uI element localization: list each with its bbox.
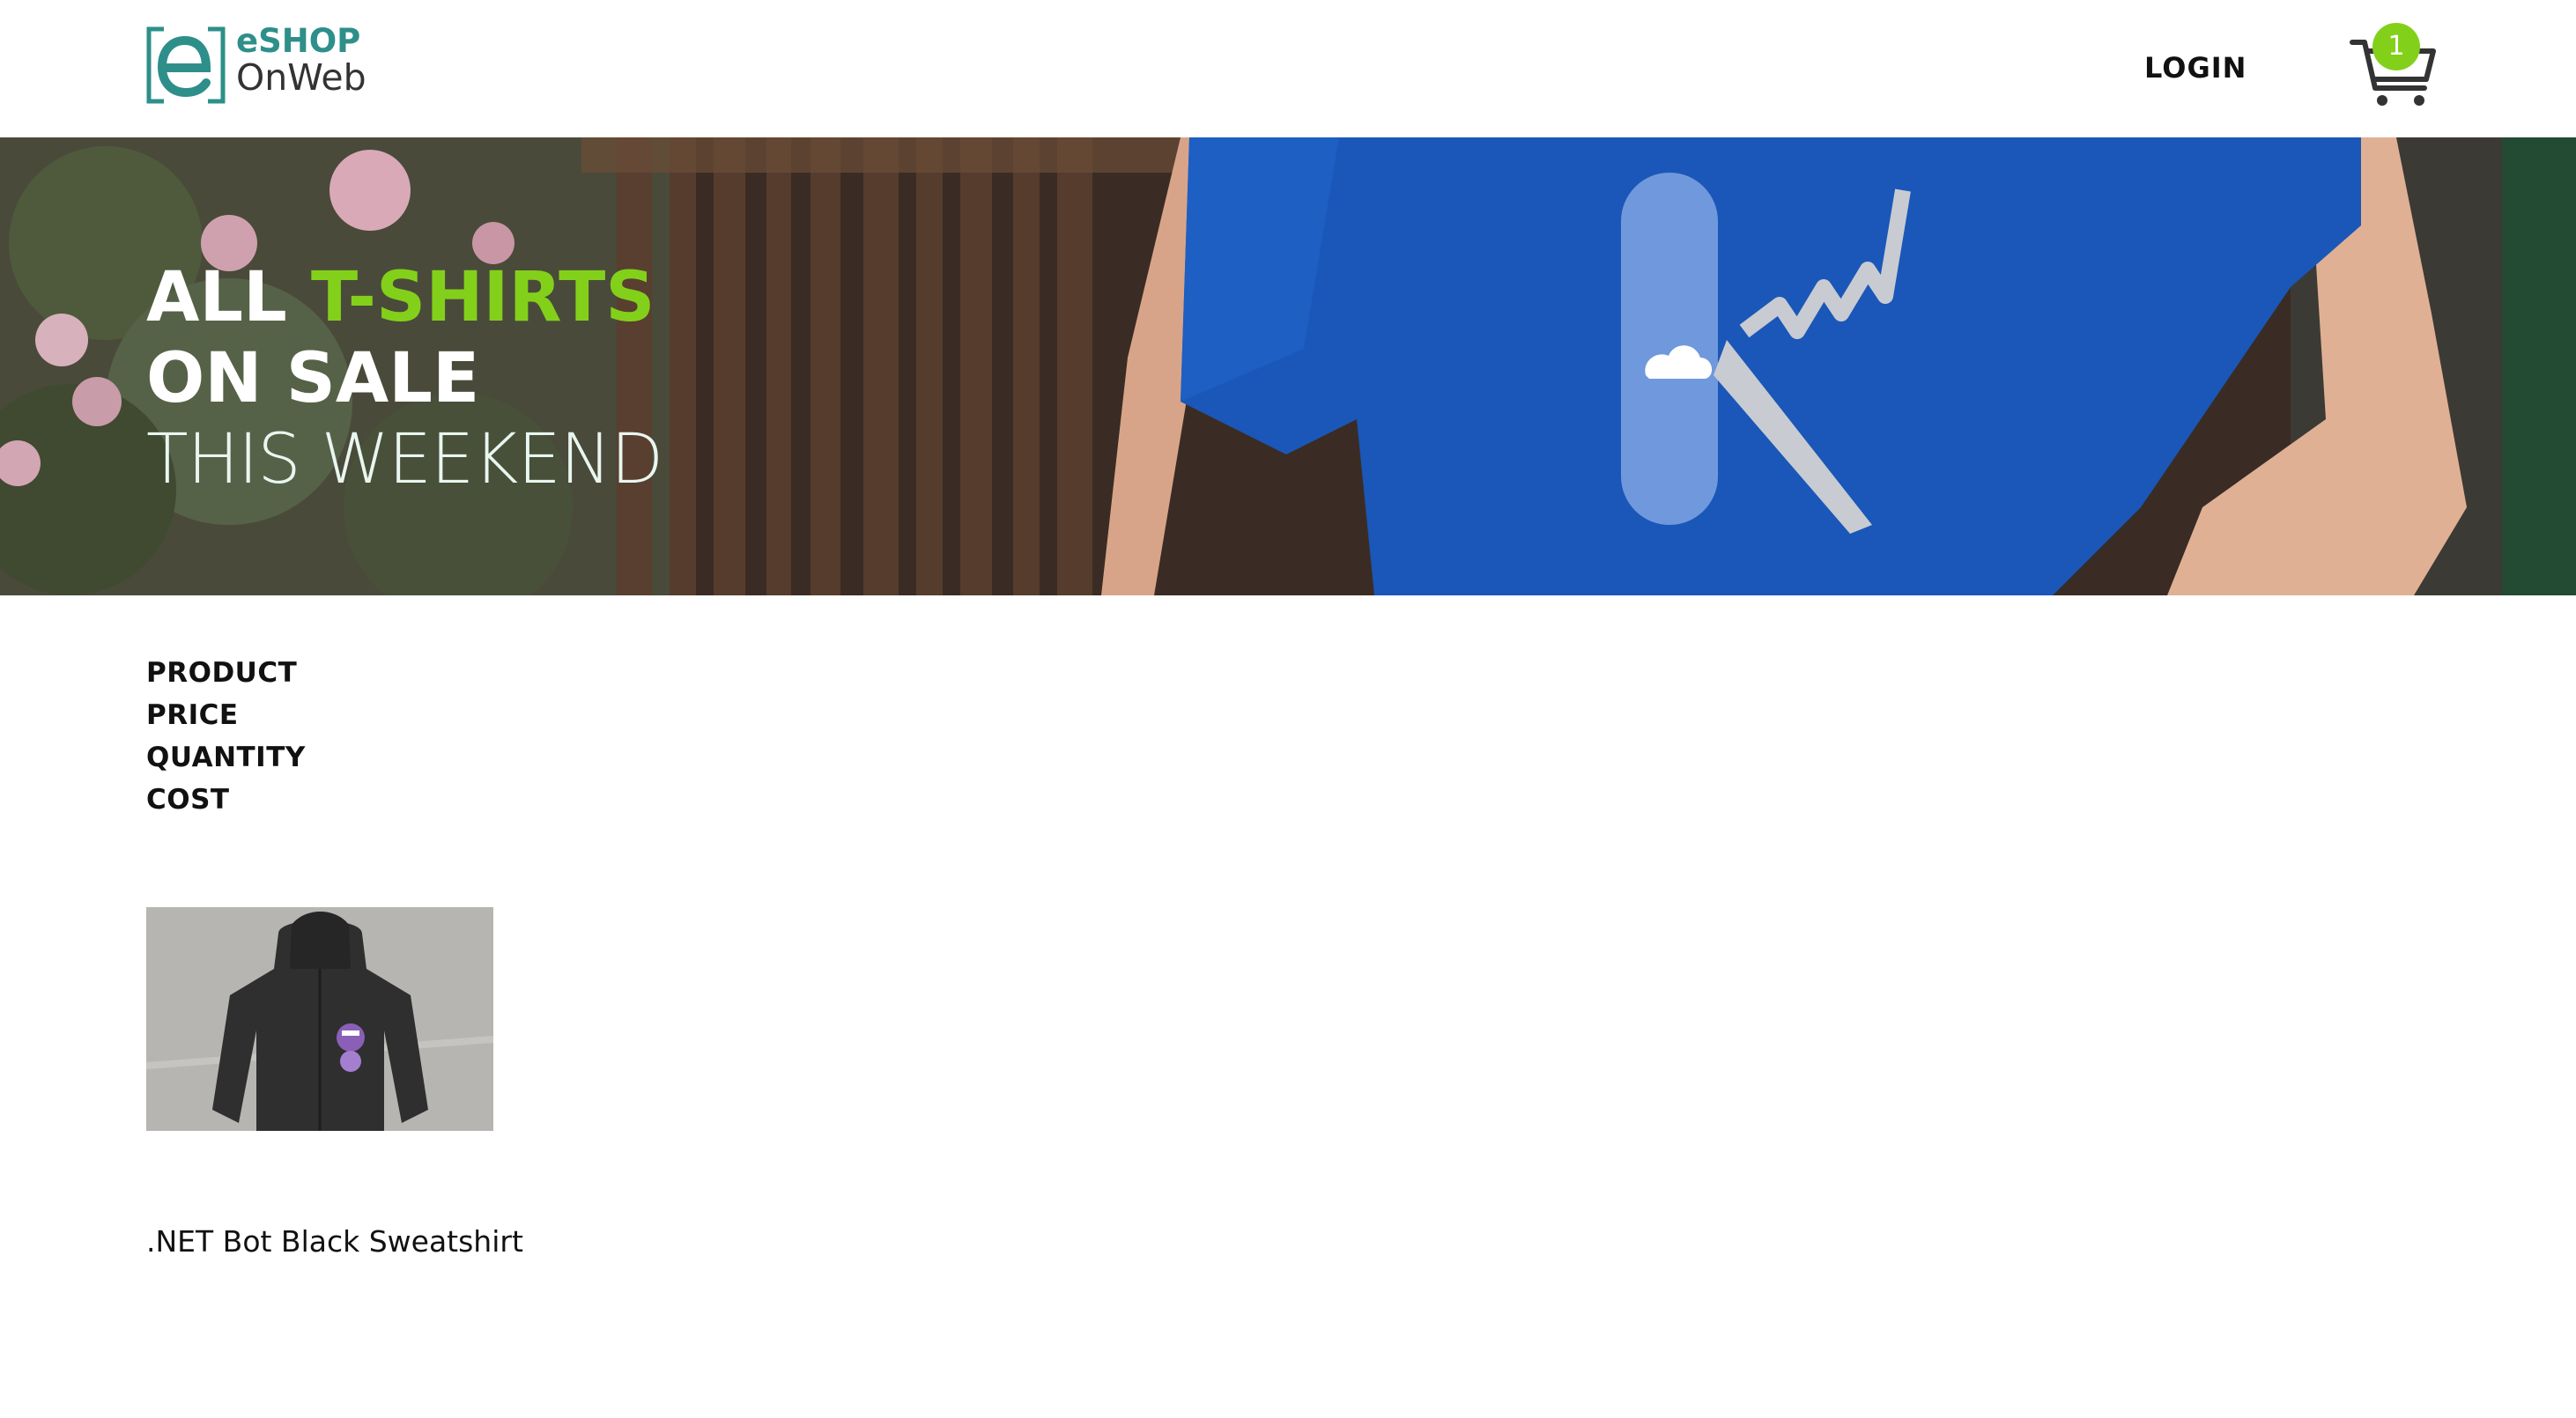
hero-line-1-prefix: ALL — [146, 258, 311, 337]
login-link[interactable]: LOGIN — [2144, 51, 2247, 85]
column-header-cost: COST — [146, 784, 230, 816]
site-header: eSHOP OnWeb LOGIN 1 — [0, 0, 2576, 137]
logo-text-eshop: eSHOP — [236, 22, 361, 60]
logo-text-onweb: OnWeb — [236, 56, 366, 99]
hero-banner: ALL T-SHIRTS ON SALE THIS WEEKEND — [0, 137, 2576, 595]
basket-header: PRODUCT PRICE QUANTITY COST — [146, 652, 1203, 821]
hero-headline: ALL T-SHIRTS ON SALE THIS WEEKEND — [146, 257, 763, 500]
hero-line-3: THIS WEEKEND — [146, 420, 663, 499]
hero-line-1: ALL T-SHIRTS — [146, 257, 763, 338]
cart-button[interactable]: 1 — [2349, 23, 2440, 111]
column-header-quantity: QUANTITY — [146, 742, 306, 773]
hero-line-2: ON SALE — [146, 339, 480, 418]
eshop-logo[interactable]: eSHOP OnWeb — [146, 25, 375, 106]
column-header-price: PRICE — [146, 699, 239, 731]
logo-e-icon — [146, 26, 226, 104]
hero-line-1-accent: T-SHIRTS — [310, 258, 655, 337]
product-image — [146, 907, 493, 1131]
cart-count-badge: 1 — [2372, 23, 2420, 70]
column-header-product: PRODUCT — [146, 657, 298, 689]
product-name[interactable]: .NET Bot Black Sweatshirt — [146, 1224, 523, 1259]
sweatshirt-image — [146, 907, 493, 1131]
